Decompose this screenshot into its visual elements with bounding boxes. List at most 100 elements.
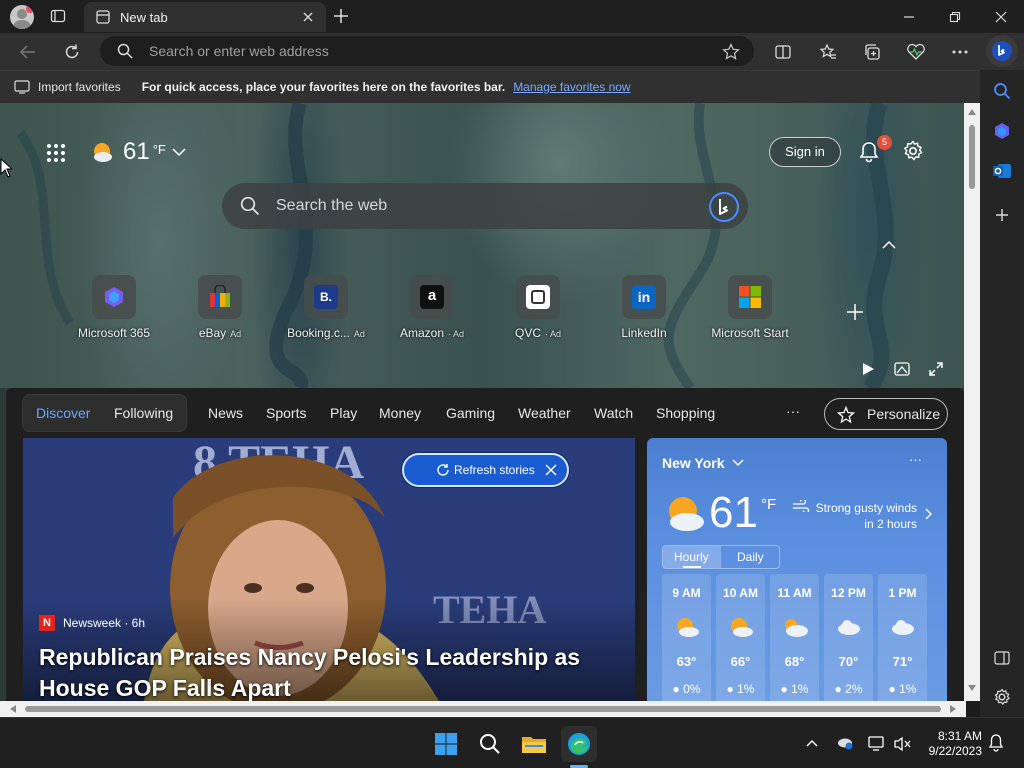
tab-news[interactable]: News (208, 405, 243, 421)
tab-discover[interactable]: Discover (36, 405, 90, 421)
quick-link-booking[interactable]: B. Booking.c... Ad (278, 275, 374, 340)
favorites-hint: For quick access, place your favorites h… (141, 80, 506, 94)
play-icon[interactable] (861, 362, 875, 376)
browser-essentials-icon[interactable] (901, 37, 931, 67)
scroll-down-arrow-icon[interactable] (968, 685, 976, 691)
quick-link-amazon[interactable]: a Amazon · Ad (384, 275, 480, 340)
weather-alert[interactable]: Strong gusty winds in 2 hours (807, 500, 917, 532)
network-icon[interactable] (868, 735, 886, 751)
profile-avatar[interactable] (10, 5, 34, 29)
tab-watch[interactable]: Watch (594, 405, 633, 421)
expand-icon[interactable] (928, 361, 944, 377)
onedrive-icon[interactable] (836, 735, 854, 751)
tab-following[interactable]: Following (114, 405, 173, 421)
more-tabs-button[interactable]: ··· (786, 403, 800, 419)
tab-shopping[interactable]: Shopping (656, 405, 715, 421)
hour-time: 9 AM (672, 586, 701, 600)
quick-link-label: Microsoft 365 (77, 326, 151, 340)
chevron-right-icon[interactable] (925, 508, 933, 520)
refresh-stories-label: Refresh stories (454, 463, 535, 477)
add-quick-link-icon[interactable] (846, 303, 864, 321)
close-icon[interactable] (545, 464, 557, 476)
tab-weather[interactable]: Weather (518, 405, 571, 421)
favorites-icon[interactable] (813, 37, 843, 67)
sidebar-settings-gear-icon[interactable] (989, 684, 1015, 710)
refresh-stories-button[interactable]: Refresh stories (402, 453, 569, 487)
collapse-chevron-up-icon[interactable] (882, 240, 896, 250)
weather-unit: °F (152, 141, 166, 157)
settings-more-icon[interactable] (945, 37, 975, 67)
tab-actions-icon[interactable] (50, 8, 66, 24)
hour-forecast[interactable]: 12 PM 70° ● 2% (824, 574, 873, 701)
refresh-button[interactable] (57, 37, 87, 67)
sidebar-search-icon[interactable] (989, 78, 1015, 104)
close-window-button[interactable] (978, 0, 1024, 33)
hour-forecast[interactable]: 10 AM 66° ● 1% (716, 574, 765, 701)
quick-link-linkedin[interactable]: in LinkedIn (596, 275, 692, 340)
tab-sports[interactable]: Sports (266, 405, 306, 421)
windows-taskbar: 8:31 AM 9/22/2023 (0, 717, 1024, 768)
tab-daily[interactable]: Daily (737, 550, 764, 564)
sidebar-copilot-icon[interactable] (989, 118, 1015, 144)
hour-precip: 2% (845, 682, 863, 696)
file-explorer-icon[interactable] (516, 726, 552, 762)
weather-widget[interactable]: 61 °F (90, 138, 186, 166)
address-bar[interactable]: Search or enter web address (100, 36, 754, 66)
weather-more-button[interactable]: ··· (909, 452, 922, 467)
quick-link-microsoft-365[interactable]: Microsoft 365 (66, 275, 162, 340)
hour-forecast[interactable]: 11 AM 68° ● 1% (770, 574, 819, 701)
sidebar-outlook-icon[interactable] (989, 158, 1015, 184)
hour-forecast[interactable]: 1 PM 71° ● 1% (878, 574, 927, 701)
favorite-star-icon[interactable] (722, 43, 740, 61)
location-chevron-down-icon[interactable] (732, 459, 744, 467)
new-tab-button[interactable] (332, 7, 350, 25)
scroll-right-arrow-icon[interactable] (950, 705, 956, 713)
quick-link-qvc[interactable]: QVC · Ad (490, 275, 586, 340)
horizontal-scroll-thumb[interactable] (25, 706, 941, 712)
restore-button[interactable] (932, 0, 978, 33)
apps-grid-icon[interactable] (46, 143, 66, 163)
scroll-up-arrow-icon[interactable] (968, 109, 976, 115)
tab-new-tab[interactable]: New tab (84, 2, 326, 32)
vertical-scrollbar[interactable] (964, 103, 980, 701)
quick-link-ebay[interactable]: eBay Ad (172, 275, 268, 340)
bing-icon[interactable] (708, 191, 740, 223)
weather-card-temp: 61 (709, 488, 758, 537)
split-screen-icon[interactable] (768, 37, 798, 67)
sidebar-hide-icon[interactable] (989, 645, 1015, 671)
scroll-left-arrow-icon[interactable] (10, 705, 16, 713)
edge-taskbar-icon[interactable] (561, 726, 597, 762)
page-settings-gear-icon[interactable] (902, 140, 924, 162)
tab-money[interactable]: Money (379, 405, 421, 421)
address-input[interactable]: Search or enter web address (149, 43, 329, 59)
story-headline[interactable]: Republican Praises Nancy Pelosi's Leader… (39, 642, 580, 701)
web-search-input[interactable]: Search the web (276, 197, 387, 215)
sidebar-add-icon[interactable] (989, 202, 1015, 228)
taskbar-search-icon[interactable] (472, 726, 508, 762)
hour-forecast[interactable]: 9 AM 63° ● 0% (662, 574, 711, 701)
back-button[interactable] (13, 37, 43, 67)
notification-center-bell-icon[interactable] (988, 734, 1004, 752)
bing-chat-icon[interactable] (986, 35, 1018, 67)
start-button-windows-icon[interactable] (428, 726, 464, 762)
horizontal-scrollbar[interactable] (0, 701, 966, 717)
sign-in-button[interactable]: Sign in (769, 137, 841, 167)
web-search-box[interactable]: Search the web (222, 183, 748, 229)
weather-location[interactable]: New York (662, 455, 725, 471)
show-hidden-icons-chevron-up-icon[interactable] (806, 739, 818, 747)
import-favorites-link[interactable]: Import favorites (38, 80, 121, 94)
volume-muted-icon[interactable] (894, 736, 912, 752)
newsweek-logo-icon: N (39, 615, 55, 631)
personalize-button[interactable]: Personalize (824, 398, 948, 430)
manage-favorites-link[interactable]: Manage favorites now (513, 80, 630, 94)
image-info-icon[interactable] (894, 361, 910, 377)
tab-gaming[interactable]: Gaming (446, 405, 495, 421)
tab-play[interactable]: Play (330, 405, 357, 421)
vertical-scroll-thumb[interactable] (969, 125, 975, 189)
close-tab-icon[interactable] (296, 5, 320, 29)
system-clock[interactable]: 8:31 AM 9/22/2023 (920, 729, 982, 759)
weather-card[interactable]: New York ··· 61 °F Strong gusty winds in… (647, 438, 947, 701)
collections-icon[interactable] (857, 37, 887, 67)
minimize-button[interactable] (886, 0, 932, 33)
quick-link-microsoft-start[interactable]: Microsoft Start (702, 275, 798, 340)
